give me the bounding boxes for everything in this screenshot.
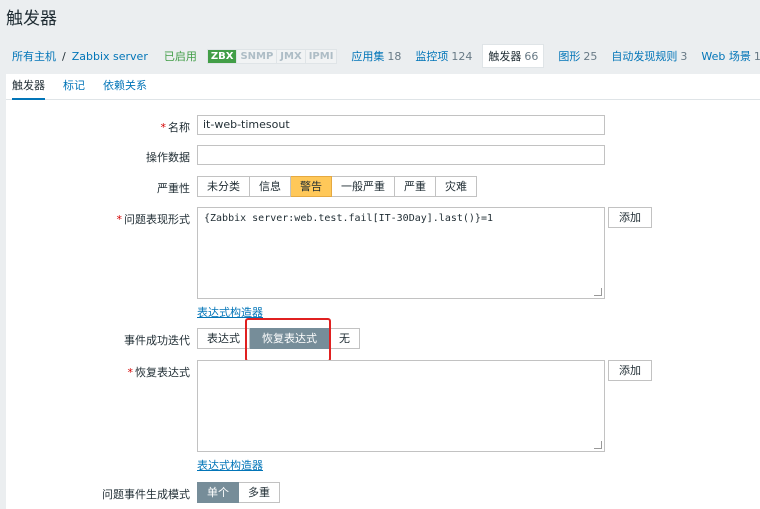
- page-title: 触发器: [6, 9, 57, 29]
- severity-label: 严重性: [157, 182, 190, 195]
- expression-textarea[interactable]: {Zabbix server:web.test.fail[IT-30Day].l…: [197, 207, 605, 299]
- badge-ipmi: IPMI: [304, 49, 337, 63]
- severity-not-classified[interactable]: 未分类: [197, 176, 250, 197]
- nav-discovery-rules[interactable]: 自动发现规则 3: [611, 48, 687, 64]
- ok-event-expression[interactable]: 表达式: [197, 328, 250, 349]
- nav-items[interactable]: 监控项 124: [415, 48, 472, 64]
- trigger-form: * 名称 it-web-timesout 操作数据 严重性 未分类 信息 警告 一…: [6, 100, 760, 509]
- expression-label: * 问题表现形式: [116, 213, 191, 226]
- nav-applications[interactable]: 应用集 18: [351, 48, 401, 64]
- availability-badges: ZBX SNMP JMX IPMI: [206, 48, 338, 64]
- host-navbar: 所有主机 / Zabbix server 已启用 ZBX SNMP JMX IP…: [0, 42, 760, 70]
- severity-warning[interactable]: 警告: [291, 176, 332, 197]
- badge-zbx: ZBX: [207, 49, 237, 63]
- recovery-constructor-link[interactable]: 表达式构造器: [197, 457, 263, 473]
- name-input[interactable]: it-web-timesout: [197, 115, 605, 135]
- nav-web-scenarios[interactable]: Web 场景 1: [701, 48, 760, 64]
- mode-single[interactable]: 单个: [197, 482, 239, 503]
- badge-snmp: SNMP: [236, 49, 277, 63]
- nav-graphs[interactable]: 图形 25: [558, 48, 597, 64]
- tab-tags[interactable]: 标记: [63, 74, 85, 100]
- breadcrumb-all-hosts[interactable]: 所有主机: [12, 48, 56, 64]
- severity-average[interactable]: 一般严重: [332, 176, 395, 197]
- opdata-label: 操作数据: [146, 151, 190, 164]
- name-label: * 名称: [160, 121, 191, 134]
- mode-selector: 单个 多重: [197, 482, 280, 503]
- severity-information[interactable]: 信息: [250, 176, 291, 197]
- breadcrumb-separator: /: [62, 49, 66, 63]
- severity-selector: 未分类 信息 警告 一般严重 严重 灾难: [197, 176, 477, 197]
- nav-triggers[interactable]: 触发器 66: [482, 44, 545, 68]
- breadcrumb-host[interactable]: Zabbix server: [72, 50, 148, 63]
- ok-event-label: 事件成功迭代: [124, 334, 190, 347]
- status-enabled[interactable]: 已启用: [164, 48, 197, 64]
- highlight-box: [245, 318, 331, 362]
- form-tabs: 触发器 标记 依赖关系: [6, 74, 760, 100]
- severity-disaster[interactable]: 灾难: [436, 176, 477, 197]
- mode-label: 问题事件生成模式: [102, 488, 190, 501]
- recovery-textarea[interactable]: [197, 360, 605, 452]
- recovery-label: * 恢复表达式: [127, 366, 191, 379]
- tab-dependencies[interactable]: 依赖关系: [103, 74, 147, 100]
- badge-jmx: JMX: [276, 49, 305, 63]
- resize-handle-icon[interactable]: [594, 288, 602, 296]
- expression-add-button[interactable]: 添加: [608, 207, 652, 228]
- recovery-add-button[interactable]: 添加: [608, 360, 652, 381]
- severity-high[interactable]: 严重: [395, 176, 436, 197]
- mode-multiple[interactable]: 多重: [239, 482, 280, 503]
- tab-trigger[interactable]: 触发器: [12, 74, 45, 100]
- ok-event-none[interactable]: 无: [330, 328, 360, 349]
- expression-text: {Zabbix server:web.test.fail[IT-30Day].l…: [204, 213, 493, 224]
- resize-handle-icon[interactable]: [594, 441, 602, 449]
- opdata-input[interactable]: [197, 145, 605, 165]
